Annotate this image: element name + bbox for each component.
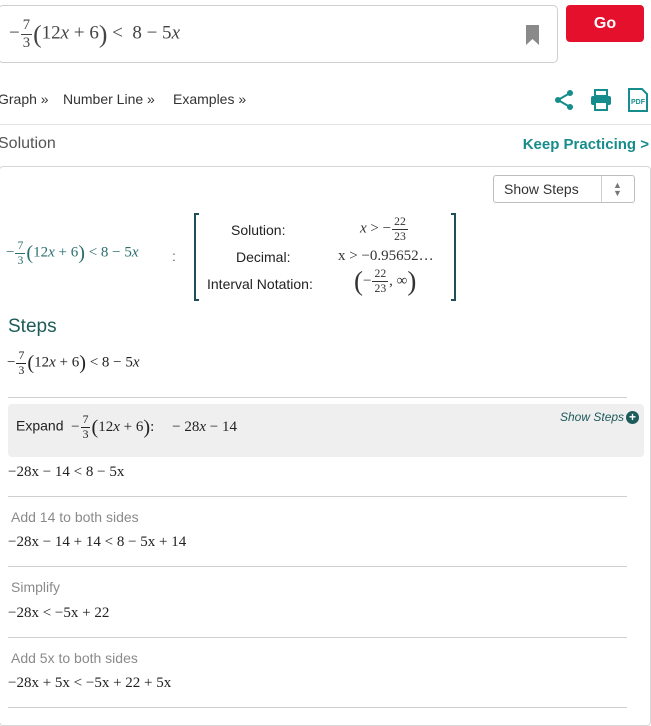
divider [8, 707, 627, 708]
divider [8, 496, 627, 497]
divider [0, 124, 651, 125]
plus-circle-icon[interactable]: + [626, 411, 639, 424]
expand-expression: −7 3 (12x + 6): [67, 413, 155, 441]
nav-number-line[interactable]: Number Line » [63, 91, 155, 107]
expand-show-steps-link[interactable]: Show Steps [560, 410, 624, 424]
step-label: Simplify [11, 579, 61, 595]
result-colon: : [172, 248, 176, 264]
bracket-right [451, 213, 456, 301]
dropdown-separator [601, 176, 602, 202]
step-expression: −28x + 5x < −5x + 22 + 5x [8, 675, 172, 691]
expand-step-text: Expand −7 3 (12x + 6): − 28x − 14 [16, 414, 237, 440]
decimal-value: x > −0.95652… [338, 248, 434, 264]
interval-label: Interval Notation: [207, 276, 313, 292]
divider [8, 397, 627, 398]
share-icon[interactable] [553, 89, 575, 111]
bookmark-icon[interactable] [526, 25, 539, 45]
step-expression: −28x − 14 + 14 < 8 − 5x + 14 [8, 534, 187, 550]
interval-value: (− 22 23, ∞) [354, 266, 417, 296]
go-button[interactable]: Go [566, 5, 644, 42]
result-expression: −7 3 (12x + 6) < 8 − 5x [6, 239, 139, 267]
step-expression: −28x < −5x + 22 [8, 605, 110, 621]
search-input[interactable]: −7 3 (12x + 6) < 8 − 5x [0, 5, 558, 63]
divider [8, 566, 627, 567]
step-label: Add 5x to both sides [11, 650, 138, 666]
nav-graph[interactable]: Graph » [0, 91, 49, 107]
expand-result: − 28x − 14 [172, 418, 237, 435]
show-steps-dropdown[interactable]: Show Steps ▲ ▼ [493, 175, 635, 203]
dropdown-value: Show Steps [504, 181, 579, 197]
decimal-label: Decimal: [236, 249, 291, 265]
search-expression[interactable]: −7 3 (12x + 6) < 8 − 5x [9, 18, 180, 51]
updown-chevron-icon: ▲ ▼ [613, 180, 622, 198]
divider [8, 637, 627, 638]
section-title: Solution [0, 135, 56, 152]
steps-title: Steps [8, 316, 57, 337]
keep-practicing-link[interactable]: Keep Practicing > [523, 136, 649, 153]
print-icon[interactable] [590, 89, 612, 111]
bracket-left [194, 213, 199, 301]
solution-value: x > −22 23 [360, 215, 408, 243]
expand-prefix: Expand [16, 417, 64, 434]
svg-text:PDF: PDF [631, 99, 646, 106]
nav-examples[interactable]: Examples » [173, 91, 246, 107]
solution-label: Solution: [231, 222, 286, 238]
pdf-icon[interactable]: PDF [626, 88, 650, 112]
step-label: Add 14 to both sides [11, 509, 139, 525]
step-expression: −28x − 14 < 8 − 5x [8, 464, 125, 480]
steps-start-expression: −7 3 (12x + 6) < 8 − 5x [7, 349, 140, 377]
